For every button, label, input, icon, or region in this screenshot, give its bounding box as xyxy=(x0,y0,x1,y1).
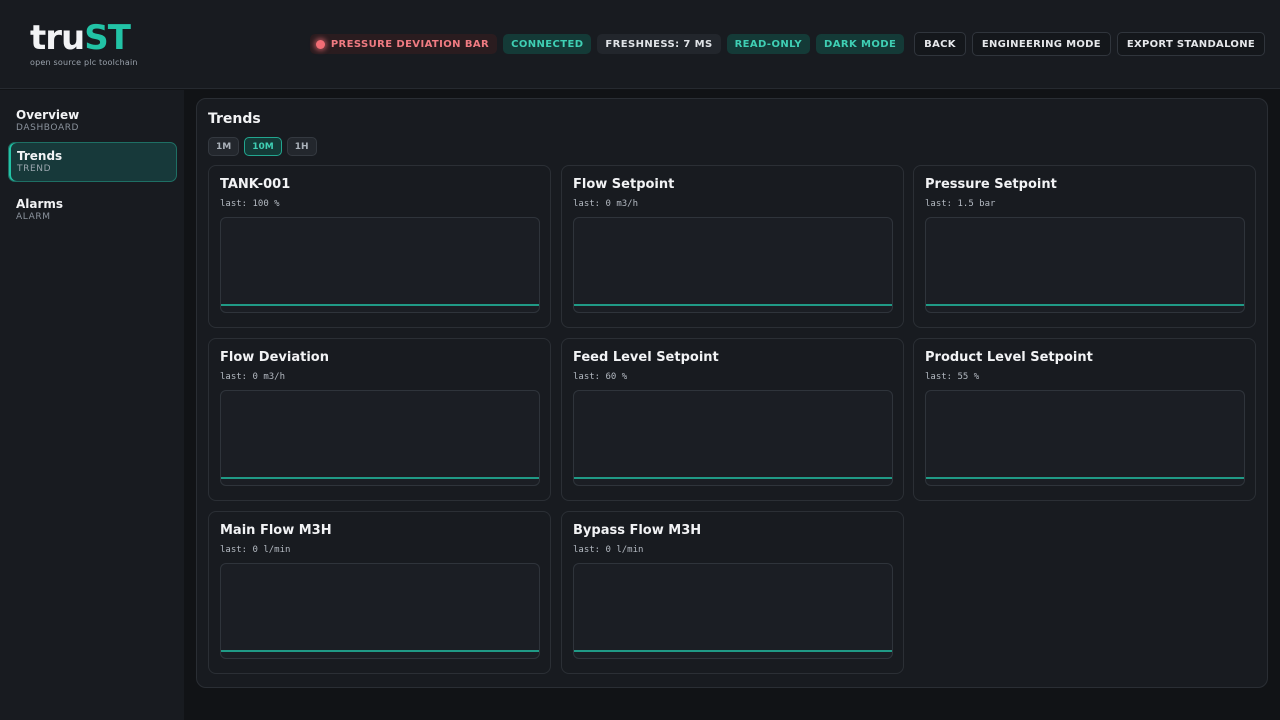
trend-last-value: last: 0 l/min xyxy=(220,545,291,555)
sidebar-item-sublabel: ALARM xyxy=(16,212,51,222)
sidebar-item-sublabel: TREND xyxy=(17,164,52,174)
trend-plot-svg xyxy=(574,304,892,306)
trend-card: TANK-001 last: 100 % xyxy=(208,165,551,328)
trend-last-value: last: 0 l/min xyxy=(573,545,644,555)
trend-plot xyxy=(220,390,540,486)
trend-plot xyxy=(925,390,1245,486)
trend-plot-svg xyxy=(574,477,892,479)
trend-plot xyxy=(573,217,893,313)
time-range-selector: 1M 10M 1H xyxy=(208,137,317,156)
trend-plot-svg xyxy=(574,650,892,652)
trend-plot-svg xyxy=(926,304,1244,306)
sidebar-item-label: Trends xyxy=(17,149,63,163)
trend-plot-svg xyxy=(926,477,1244,479)
trend-card-title: Product Level Setpoint xyxy=(925,350,1093,365)
page-title: Trends xyxy=(208,111,261,127)
header-status-bar: PRESSURE DEVIATION BAR CONNECTED FRESHNE… xyxy=(309,32,1265,56)
trend-last-value: last: 0 m3/h xyxy=(573,199,639,209)
read-only-badge: READ-ONLY xyxy=(726,34,811,54)
top-bar: truST open source plc toolchain PRESSURE… xyxy=(0,0,1280,89)
trend-last-value: last: 55 % xyxy=(925,372,980,382)
sidebar-item-alarms[interactable]: Alarms ALARM xyxy=(8,191,177,231)
logo-text-tru: tru xyxy=(30,18,85,58)
sidebar-item-overview[interactable]: Overview DASHBOARD xyxy=(8,102,177,142)
theme-mode-toggle[interactable]: DARK MODE xyxy=(816,34,905,54)
connection-status-badge: CONNECTED xyxy=(503,34,592,54)
alarm-indicator-icon xyxy=(315,39,325,49)
trend-card-title: Pressure Setpoint xyxy=(925,177,1057,192)
trend-plot xyxy=(925,217,1245,313)
trend-plot xyxy=(573,563,893,659)
freshness-badge: FRESHNESS: 7 MS xyxy=(597,34,721,54)
alarm-status-label: PRESSURE DEVIATION BAR xyxy=(330,38,490,50)
trend-last-value: last: 1.5 bar xyxy=(925,199,996,209)
sidebar-item-trends[interactable]: Trends TREND xyxy=(8,142,177,182)
trend-card: Flow Deviation last: 0 m3/h xyxy=(208,338,551,501)
trend-card: Main Flow M3H last: 0 l/min xyxy=(208,511,551,674)
logo-wordmark: truST xyxy=(30,20,138,56)
trend-last-value: last: 60 % xyxy=(573,372,628,382)
trend-card: Flow Setpoint last: 0 m3/h xyxy=(561,165,904,328)
trend-card: Product Level Setpoint last: 55 % xyxy=(913,338,1256,501)
range-1h-button[interactable]: 1H xyxy=(286,137,317,156)
trend-card-title: Flow Deviation xyxy=(220,350,329,365)
trend-card-title: TANK-001 xyxy=(220,177,291,192)
trend-card-title: Bypass Flow M3H xyxy=(573,523,702,538)
trend-card: Feed Level Setpoint last: 60 % xyxy=(561,338,904,501)
sidebar-item-label: Alarms xyxy=(16,197,64,211)
trend-last-value: last: 100 % xyxy=(220,199,280,209)
sidebar: Overview DASHBOARD Trends TREND Alarms A… xyxy=(0,90,184,720)
alarm-status-badge[interactable]: PRESSURE DEVIATION BAR xyxy=(309,34,498,54)
trend-card: Bypass Flow M3H last: 0 l/min xyxy=(561,511,904,674)
trend-plot-svg xyxy=(221,477,539,479)
trends-panel: Trends 1M 10M 1H TANK-001 last: 100 % Flow… xyxy=(196,98,1268,688)
trend-card: Pressure Setpoint last: 1.5 bar xyxy=(913,165,1256,328)
trend-plot xyxy=(573,390,893,486)
sidebar-item-sublabel: DASHBOARD xyxy=(16,123,80,133)
trend-card-title: Main Flow M3H xyxy=(220,523,332,538)
logo-text-st: ST xyxy=(84,18,131,58)
trend-card-title: Feed Level Setpoint xyxy=(573,350,719,365)
logo-tagline: open source plc toolchain xyxy=(30,58,138,67)
trend-plot xyxy=(220,217,540,313)
back-button[interactable]: BACK xyxy=(914,32,966,56)
trend-card-title: Flow Setpoint xyxy=(573,177,675,192)
trend-plot xyxy=(220,563,540,659)
range-10m-button[interactable]: 10M xyxy=(244,137,282,156)
trend-last-value: last: 0 m3/h xyxy=(220,372,286,382)
range-1m-button[interactable]: 1M xyxy=(208,137,240,156)
export-standalone-button[interactable]: EXPORT STANDALONE xyxy=(1116,32,1265,56)
trend-plot-svg xyxy=(221,650,539,652)
engineering-mode-button[interactable]: ENGINEERING MODE xyxy=(971,32,1111,56)
logo: truST open source plc toolchain xyxy=(30,20,138,67)
trend-plot-svg xyxy=(221,304,539,306)
sidebar-item-label: Overview xyxy=(16,108,80,122)
